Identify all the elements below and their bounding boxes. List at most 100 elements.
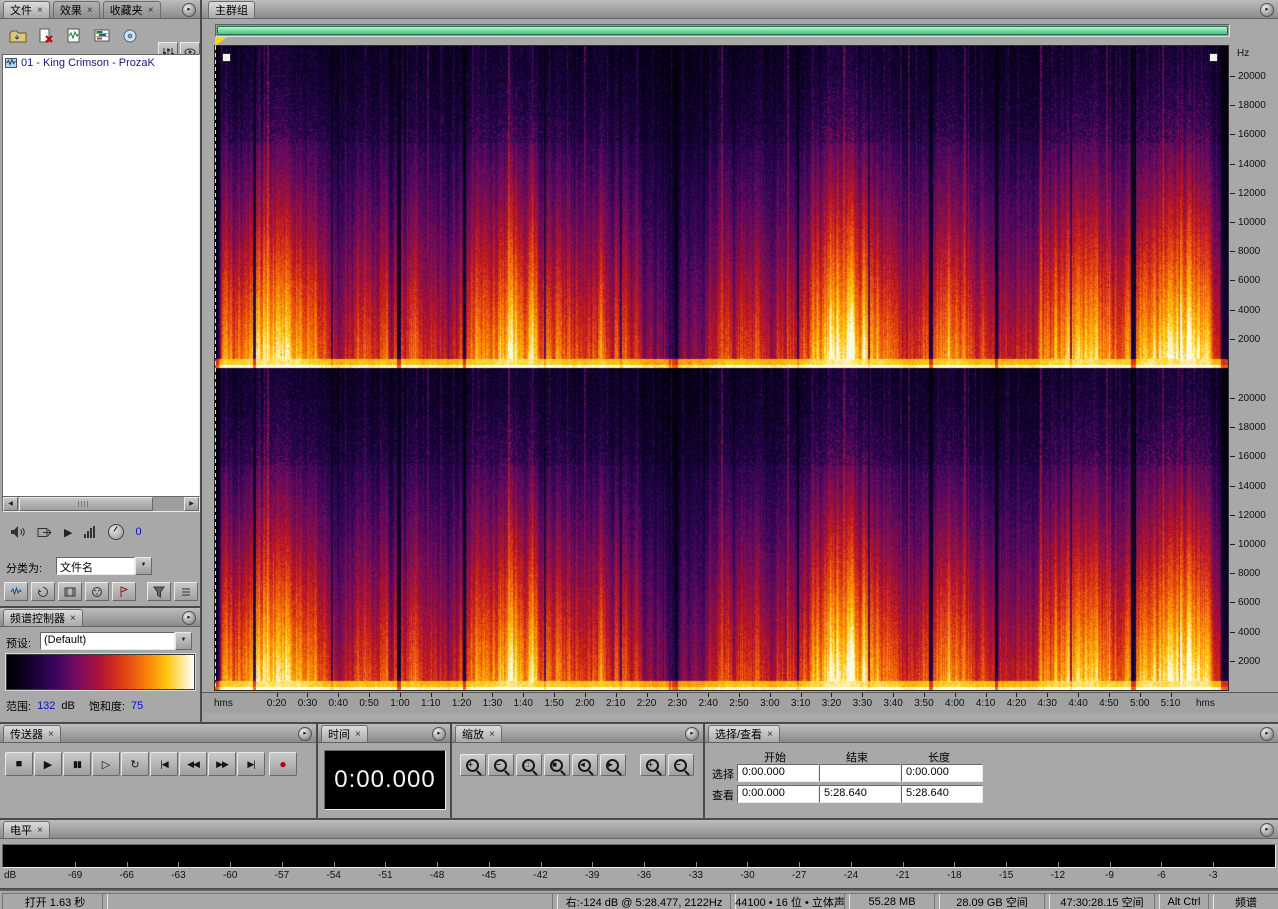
playhead[interactable] bbox=[215, 46, 216, 690]
close-icon[interactable]: × bbox=[148, 5, 154, 16]
horizontal-scrollbar[interactable] bbox=[217, 26, 1228, 35]
channel-marker-left[interactable] bbox=[222, 53, 231, 62]
scroll-right-button[interactable]: ▶ bbox=[184, 497, 199, 511]
selection-length-field[interactable]: 0:00.000 bbox=[901, 764, 983, 782]
db-tick bbox=[1057, 862, 1059, 867]
channel-marker-right[interactable] bbox=[1209, 53, 1218, 62]
panel-menu-button[interactable]: ▸ bbox=[182, 3, 196, 17]
tab-transport[interactable]: 传送器 × bbox=[3, 725, 61, 742]
time-display[interactable]: 0:00.000 bbox=[324, 750, 446, 810]
panel-menu-button[interactable]: ▸ bbox=[432, 727, 446, 741]
zoom-to-selection-button[interactable]: ■ bbox=[544, 754, 570, 776]
tab-main-group[interactable]: 主群组 bbox=[208, 1, 255, 18]
scrollbar-track[interactable] bbox=[153, 497, 184, 511]
play-looped-button[interactable]: ↻ bbox=[121, 752, 149, 776]
play-from-cursor-button[interactable]: ▷ bbox=[92, 752, 120, 776]
record-button[interactable]: ● bbox=[269, 752, 297, 776]
time-tick-label: 0:20 bbox=[266, 698, 287, 709]
tab-levels[interactable]: 电平 × bbox=[3, 821, 50, 838]
view-start-field[interactable]: 0:00.000 bbox=[737, 785, 819, 803]
selection-start-marker[interactable] bbox=[215, 37, 227, 46]
close-icon[interactable]: × bbox=[48, 729, 54, 740]
panel-menu-button[interactable]: ▸ bbox=[182, 611, 196, 625]
close-icon[interactable]: × bbox=[489, 729, 495, 740]
show-video-files-button[interactable] bbox=[58, 582, 82, 601]
zoom-out-vertical-button[interactable]: − bbox=[668, 754, 694, 776]
preview-volume-value[interactable]: 0 bbox=[135, 526, 141, 538]
go-to-beginning-button[interactable]: |◀ bbox=[150, 752, 178, 776]
level-meter[interactable] bbox=[2, 844, 1276, 868]
close-file-button[interactable] bbox=[34, 25, 58, 47]
preview-volume-dial[interactable] bbox=[108, 524, 125, 540]
panel-menu-button[interactable]: ▸ bbox=[1260, 727, 1274, 741]
zoom-in-vertical-button[interactable]: + bbox=[640, 754, 666, 776]
selection-end-field[interactable] bbox=[819, 764, 901, 782]
play-button[interactable]: ▶ bbox=[34, 752, 62, 776]
spectrogram-canvas[interactable] bbox=[214, 45, 1229, 691]
preview-speaker-button[interactable] bbox=[10, 525, 26, 539]
insert-multitrack-button[interactable] bbox=[90, 25, 114, 47]
fast-forward-button[interactable]: ▶▶ bbox=[208, 752, 236, 776]
tab-selection-view[interactable]: 选择/查看 × bbox=[708, 725, 780, 742]
preview-autoplay-button[interactable] bbox=[37, 525, 53, 539]
selection-start-field[interactable]: 0:00.000 bbox=[737, 764, 819, 782]
time-tick-label: 3:50 bbox=[914, 698, 934, 709]
pause-button[interactable]: ▮▮ bbox=[63, 752, 91, 776]
saturation-value[interactable]: 75 bbox=[131, 700, 143, 712]
status-view-mode[interactable]: 频谱 bbox=[1208, 893, 1278, 909]
time-ruler[interactable]: hms hms 0:20 0:30 0:40 0:50 1:00 1:10 1:20 1:30… bbox=[202, 692, 1278, 713]
panel-menu-button[interactable]: ▸ bbox=[1260, 3, 1274, 17]
scroll-left-button[interactable]: ◀ bbox=[3, 497, 18, 511]
horizontal-scroll-track[interactable] bbox=[215, 24, 1230, 37]
chevron-down-icon[interactable]: ▼ bbox=[175, 632, 192, 650]
levels-panel-title: 电平 bbox=[10, 825, 32, 837]
tab-zoom[interactable]: 缩放 × bbox=[455, 725, 502, 742]
import-file-button[interactable] bbox=[6, 25, 30, 47]
close-icon[interactable]: × bbox=[355, 729, 361, 740]
spectral-palette-gradient[interactable] bbox=[5, 653, 196, 691]
time-tick bbox=[677, 693, 679, 697]
preset-dropdown[interactable]: (Default) ▼ bbox=[40, 632, 192, 650]
show-audio-files-button[interactable] bbox=[4, 582, 28, 601]
insert-cd-button[interactable] bbox=[118, 25, 142, 47]
show-midi-files-button[interactable] bbox=[85, 582, 109, 601]
view-length-field[interactable]: 5:28.640 bbox=[901, 785, 983, 803]
file-list-item[interactable]: 01 - King Crimson - ProzaK bbox=[3, 55, 199, 70]
preview-play-button[interactable]: ▶ bbox=[64, 526, 72, 539]
range-value[interactable]: 132 bbox=[37, 700, 55, 712]
edit-file-button[interactable] bbox=[62, 25, 86, 47]
stop-button[interactable]: ■ bbox=[5, 752, 33, 776]
zoom-out-full-button[interactable]: □ bbox=[516, 754, 542, 776]
sort-dropdown[interactable]: 文件名 ▼ bbox=[56, 557, 152, 575]
panel-menu-button[interactable]: ▸ bbox=[685, 727, 699, 741]
tab-spectral-controls[interactable]: 频谱控制器 × bbox=[3, 609, 83, 626]
db-tick bbox=[1213, 862, 1214, 867]
zoom-left-edge-button[interactable]: ◄ bbox=[572, 754, 598, 776]
show-loop-files-button[interactable] bbox=[31, 582, 55, 601]
panel-menu-button[interactable]: ▸ bbox=[1260, 823, 1274, 837]
filter-button[interactable] bbox=[147, 582, 171, 601]
tab-favorites[interactable]: 收藏夹 × bbox=[102, 1, 161, 18]
zoom-right-edge-button[interactable]: ► bbox=[600, 754, 626, 776]
tab-effects[interactable]: 效果 × bbox=[52, 1, 100, 18]
file-list-hscrollbar[interactable]: ◀ ▶ bbox=[2, 496, 200, 512]
chevron-down-icon[interactable]: ▼ bbox=[135, 557, 152, 575]
view-end-field[interactable]: 5:28.640 bbox=[819, 785, 901, 803]
rewind-button[interactable]: ◀◀ bbox=[179, 752, 207, 776]
close-icon[interactable]: × bbox=[87, 5, 93, 16]
file-list[interactable]: 01 - King Crimson - ProzaK bbox=[2, 54, 200, 498]
tab-time[interactable]: 时间 × bbox=[321, 725, 368, 742]
filter-options-button[interactable] bbox=[174, 582, 198, 601]
show-markers-button[interactable] bbox=[112, 582, 136, 601]
close-icon[interactable]: × bbox=[37, 5, 43, 16]
zoom-in-horizontal-button[interactable]: + bbox=[460, 754, 486, 776]
scrollbar-thumb[interactable] bbox=[19, 497, 153, 511]
close-icon[interactable]: × bbox=[767, 729, 773, 740]
go-to-end-button[interactable]: ▶| bbox=[237, 752, 265, 776]
panel-menu-button[interactable]: ▸ bbox=[298, 727, 312, 741]
close-icon[interactable]: × bbox=[70, 613, 76, 624]
freq-tick bbox=[1230, 105, 1235, 107]
zoom-out-horizontal-button[interactable]: − bbox=[488, 754, 514, 776]
tab-files[interactable]: 文件 × bbox=[3, 1, 50, 18]
close-icon[interactable]: × bbox=[37, 825, 43, 836]
